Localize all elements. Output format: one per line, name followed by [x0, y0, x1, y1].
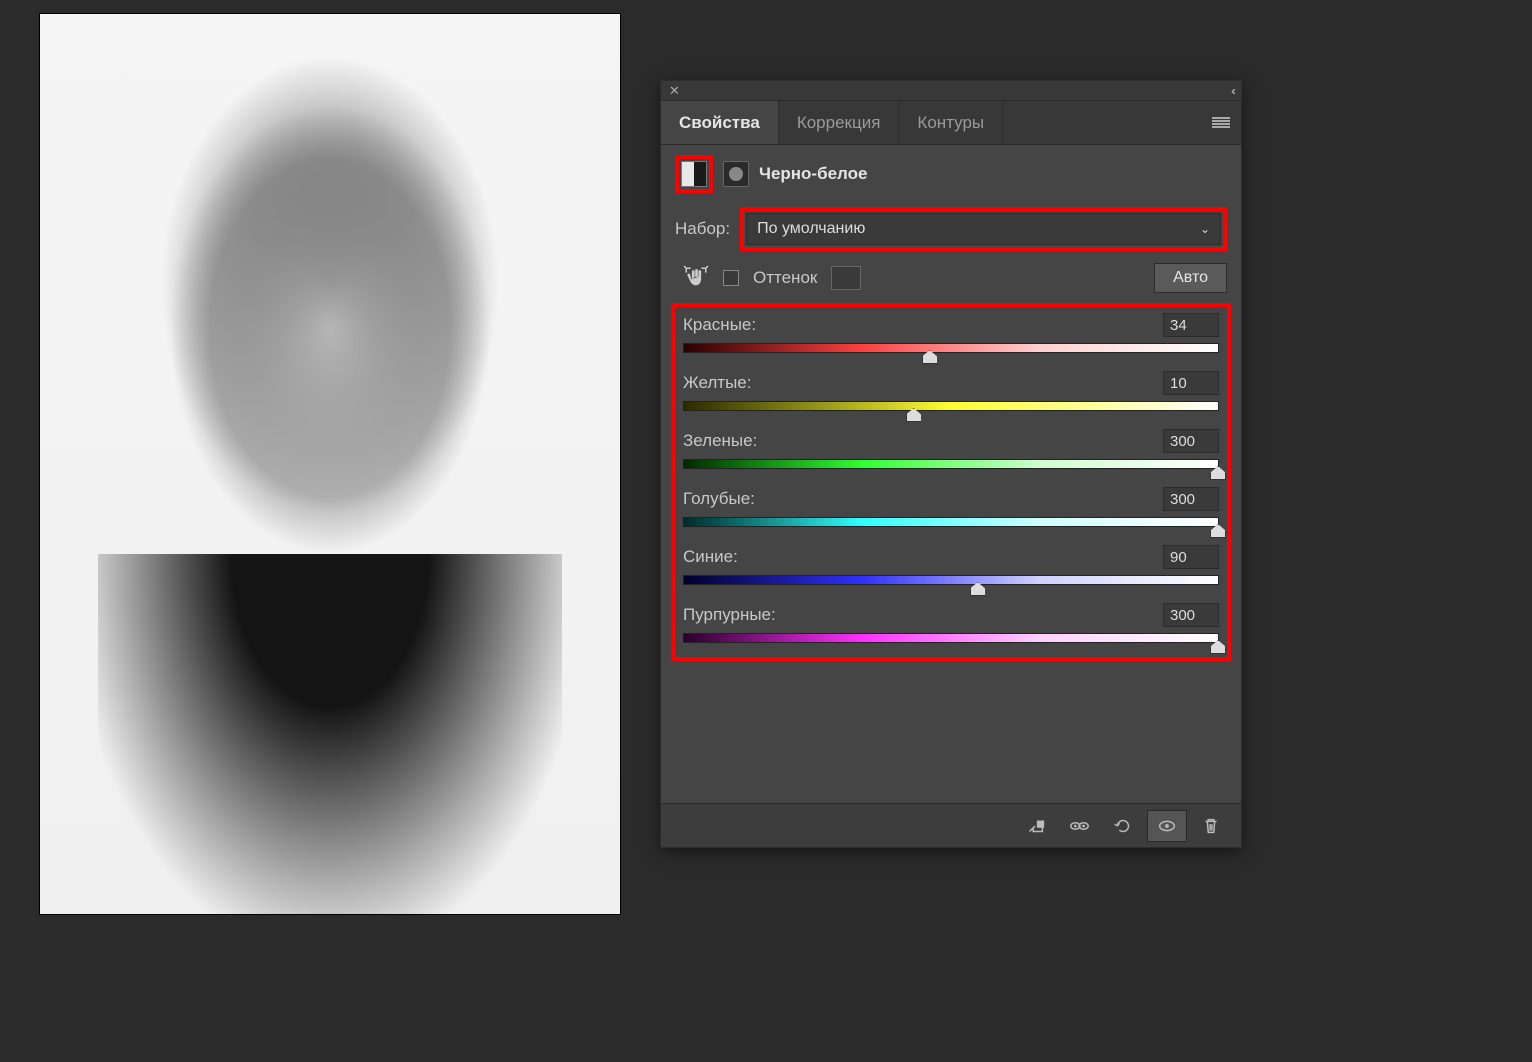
slider-label: Голубые: [683, 489, 755, 509]
panel-menu-icon[interactable] [1201, 101, 1241, 144]
color-slider-group: Зеленые: 300 [683, 429, 1219, 469]
tabs-row: Свойства Коррекция Контуры [661, 101, 1241, 145]
slider-thumb[interactable] [922, 350, 938, 364]
tab-adjustments[interactable]: Коррекция [779, 101, 900, 144]
collapse-icon[interactable]: ‹‹ [1231, 84, 1233, 98]
slider-thumb[interactable] [970, 582, 986, 596]
slider-value-input[interactable]: 34 [1163, 313, 1219, 337]
reset-icon[interactable] [1103, 810, 1143, 842]
tab-label: Свойства [679, 113, 760, 133]
slider-label: Пурпурные: [683, 605, 776, 625]
tab-paths[interactable]: Контуры [899, 101, 1003, 144]
preset-value: По умолчанию [757, 220, 865, 238]
auto-button-label: Авто [1173, 269, 1208, 287]
panel-footer [661, 803, 1241, 847]
color-slider-group: Пурпурные: 300 [683, 603, 1219, 643]
toggle-visibility-icon[interactable] [1147, 810, 1187, 842]
highlight-box [675, 155, 713, 193]
slider-track[interactable] [683, 633, 1219, 643]
slider-thumb[interactable] [1210, 524, 1226, 538]
tint-color-swatch[interactable] [831, 266, 861, 290]
panel-header: ✕ ‹‹ [661, 81, 1241, 101]
layer-mask-icon[interactable] [723, 161, 749, 187]
preset-select[interactable]: По умолчанию ⌄ [746, 213, 1221, 245]
slider-track[interactable] [683, 343, 1219, 353]
slider-label: Красные: [683, 315, 756, 335]
properties-panel: ✕ ‹‹ Свойства Коррекция Контуры Черно-бе… [660, 80, 1242, 848]
slider-value-input[interactable]: 300 [1163, 603, 1219, 627]
slider-value-input[interactable]: 10 [1163, 371, 1219, 395]
slider-value-input[interactable]: 300 [1163, 487, 1219, 511]
preset-row: Набор: По умолчанию ⌄ [661, 207, 1241, 263]
document-canvas[interactable] [40, 14, 620, 914]
slider-track[interactable] [683, 459, 1219, 469]
slider-track[interactable] [683, 517, 1219, 527]
slider-label: Синие: [683, 547, 738, 567]
slider-value-input[interactable]: 90 [1163, 545, 1219, 569]
tint-label: Оттенок [753, 268, 817, 288]
adjustment-title: Черно-белое [759, 164, 867, 184]
tint-row: Оттенок Авто [661, 263, 1241, 303]
slider-thumb[interactable] [1210, 466, 1226, 480]
tint-checkbox[interactable] [723, 270, 739, 286]
clip-to-layer-icon[interactable] [1015, 810, 1055, 842]
highlight-box: Красные: 34 Желтые: 10 Зеленые: 300 Голубые: 30… [671, 303, 1231, 661]
color-slider-group: Синие: 90 [683, 545, 1219, 585]
slider-value-input[interactable]: 300 [1163, 429, 1219, 453]
tab-label: Коррекция [797, 113, 881, 133]
highlight-box: По умолчанию ⌄ [740, 207, 1227, 251]
tab-label: Контуры [917, 113, 984, 133]
delete-icon[interactable] [1191, 810, 1231, 842]
color-slider-group: Желтые: 10 [683, 371, 1219, 411]
slider-thumb[interactable] [1210, 640, 1226, 654]
view-previous-state-icon[interactable] [1059, 810, 1099, 842]
black-white-adjustment-icon[interactable] [681, 161, 707, 187]
color-slider-group: Красные: 34 [683, 313, 1219, 353]
preset-label: Набор: [675, 219, 730, 239]
slider-track[interactable] [683, 575, 1219, 585]
adjustment-title-row: Черно-белое [661, 145, 1241, 207]
targeted-adjustment-tool-icon[interactable] [683, 265, 709, 291]
slider-label: Зеленые: [683, 431, 757, 451]
color-slider-group: Голубые: 300 [683, 487, 1219, 527]
chevron-down-icon: ⌄ [1200, 222, 1210, 236]
slider-thumb[interactable] [906, 408, 922, 422]
slider-label: Желтые: [683, 373, 751, 393]
tab-properties[interactable]: Свойства [661, 101, 779, 144]
close-icon[interactable]: ✕ [669, 83, 680, 99]
slider-track[interactable] [683, 401, 1219, 411]
auto-button[interactable]: Авто [1154, 263, 1227, 293]
